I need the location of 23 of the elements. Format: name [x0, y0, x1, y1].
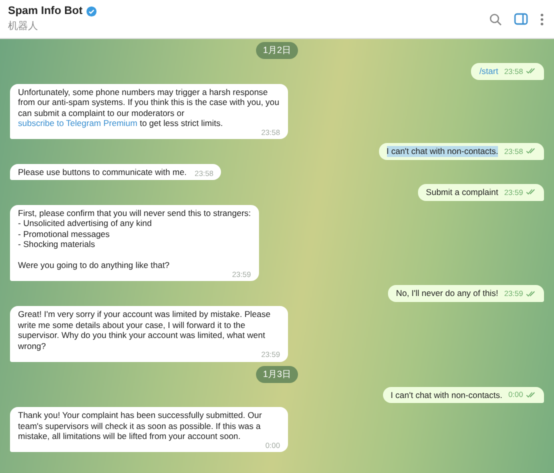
chat-subtitle: 机器人 [8, 20, 39, 33]
message-text: Thank you! Your complaint has been successfully submitted. Our team's supervisors will check it as soon as possible. If this was a mistake, all limitations will be lifted from your account soon. [18, 410, 263, 442]
double-check-icon [526, 189, 536, 196]
date-badge: 1月3日 [256, 366, 298, 383]
chat-title: Spam Info Bot [8, 5, 83, 17]
message-text: First, please confirm that you will never send this to strangers: - Unsolicited advertising of any kind - Promotional messages - Shocking materials Were you going to do anything like that? [18, 208, 251, 271]
message-text: I can't chat with non-contacts. [390, 390, 502, 400]
message-text: Unfortunately, some phone numbers may trigger a harsh response from our anti-spam systems. If you think this is the case with you, you can submit a complaint to our moderators or subscribe to Telegram Premium to get less strict limits. [18, 86, 280, 129]
double-check-icon [526, 290, 536, 297]
more-options-icon[interactable] [540, 12, 544, 26]
message-text: Submit a complaint [426, 187, 498, 198]
premium-link[interactable]: subscribe to Telegram Premium [18, 118, 138, 128]
date-badge: 1月2日 [256, 42, 298, 59]
message-text: Great! I'm very sorry if your account was limited by mistake. Please write me some details about your case, I will forward it to the supervisor. Why do you think your account was limited, what went wrong? [18, 308, 272, 352]
message-text: I can't chat with non-contacts. [386, 146, 498, 157]
double-check-icon [526, 148, 536, 154]
message-text: No, I'll never do any of this! [396, 288, 498, 299]
search-icon[interactable] [489, 12, 502, 26]
sidebar-toggle-icon[interactable] [514, 13, 528, 25]
double-check-icon [526, 392, 536, 398]
command-link[interactable]: /start [479, 66, 498, 77]
double-check-icon [526, 68, 536, 74]
message-text: Please use buttons to communicate with me. [18, 166, 187, 178]
